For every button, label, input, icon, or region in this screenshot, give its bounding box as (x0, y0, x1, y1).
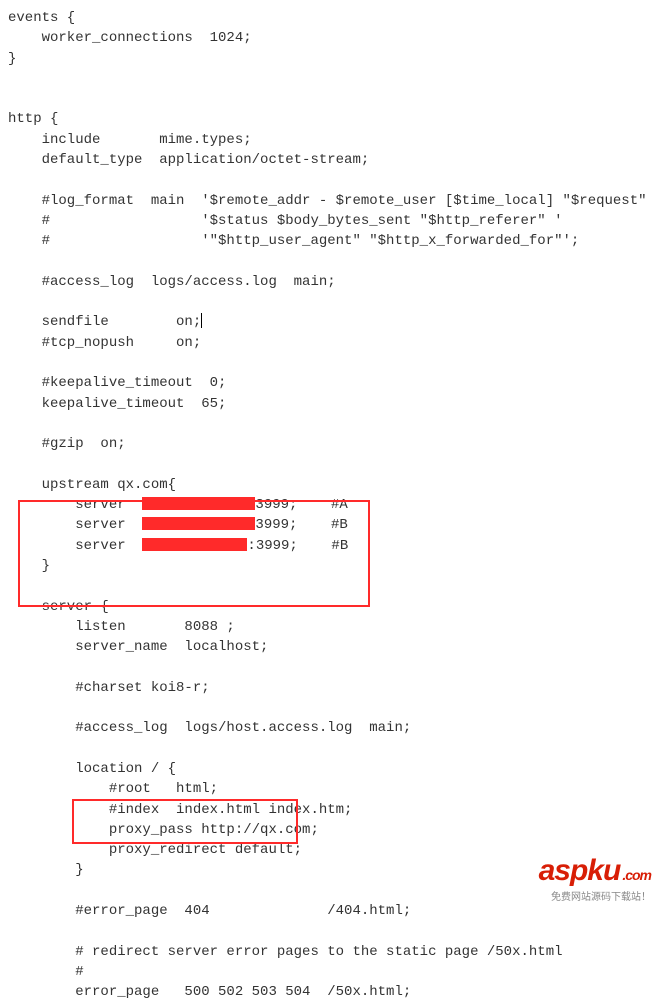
code-line: error_page 500 502 503 504 /50x.html; (8, 984, 411, 1000)
code-line: server :3999; #B (8, 538, 348, 554)
watermark-main: aspku (539, 854, 621, 887)
watermark-dotcom: .com (622, 867, 651, 883)
code-line: server_name localhost; (8, 639, 268, 655)
code-line: #access_log logs/access.log main; (8, 274, 336, 290)
redacted-ip (142, 538, 247, 551)
code-line: #log_format main '$remote_addr - $remote… (8, 193, 657, 209)
code-line: # '$status $body_bytes_sent "$http_refer… (8, 213, 563, 229)
code-line: proxy_redirect default; (8, 842, 302, 858)
redacted-ip (142, 497, 255, 510)
watermark: aspku.com 免费网站源码下载站！ (539, 849, 651, 905)
code-line: server { (8, 599, 109, 615)
code-line: #tcp_nopush on; (8, 335, 201, 351)
code-line: #index index.html index.htm; (8, 802, 352, 818)
text-cursor (201, 313, 202, 328)
code-line: # redirect server error pages to the sta… (8, 944, 563, 960)
code-line: http { (8, 111, 58, 127)
code-line: default_type application/octet-stream; (8, 152, 369, 168)
code-line: worker_connections 1024; (8, 30, 252, 46)
code-line: sendfile on; (8, 314, 202, 330)
code-line: } (8, 558, 50, 574)
code-line: server 3999; #B (8, 517, 348, 533)
code-text: 3999; #B (255, 517, 347, 533)
code-text: server (8, 538, 142, 554)
code-line: upstream qx.com{ (8, 477, 176, 493)
code-line: keepalive_timeout 65; (8, 396, 226, 412)
code-line: #keepalive_timeout 0; (8, 375, 226, 391)
code-text: server (8, 517, 142, 533)
code-line: #charset koi8-r; (8, 680, 210, 696)
code-line: #access_log logs/host.access.log main; (8, 720, 411, 736)
code-line: server 3999; #A (8, 497, 348, 513)
code-text: sendfile on; (8, 314, 201, 330)
code-line: #error_page 404 /404.html; (8, 903, 411, 919)
code-line: # (8, 964, 84, 980)
code-line: proxy_pass http://qx.com; (8, 822, 319, 838)
code-line: #gzip on; (8, 436, 126, 452)
watermark-sub: 免费网站源码下载站！ (539, 891, 651, 906)
code-text: :3999; #B (247, 538, 348, 554)
code-line: #root html; (8, 781, 218, 797)
code-line: listen 8088 ; (8, 619, 235, 635)
code-line: } (8, 862, 84, 878)
code-line: # '"$http_user_agent" "$http_x_forwarded… (8, 233, 579, 249)
code-line: } (8, 51, 16, 67)
code-line: events { (8, 10, 75, 26)
code-line: location / { (8, 761, 176, 777)
code-text: 3999; #A (255, 497, 347, 513)
redacted-ip (142, 517, 255, 530)
code-text: server (8, 497, 142, 513)
code-line: include mime.types; (8, 132, 252, 148)
